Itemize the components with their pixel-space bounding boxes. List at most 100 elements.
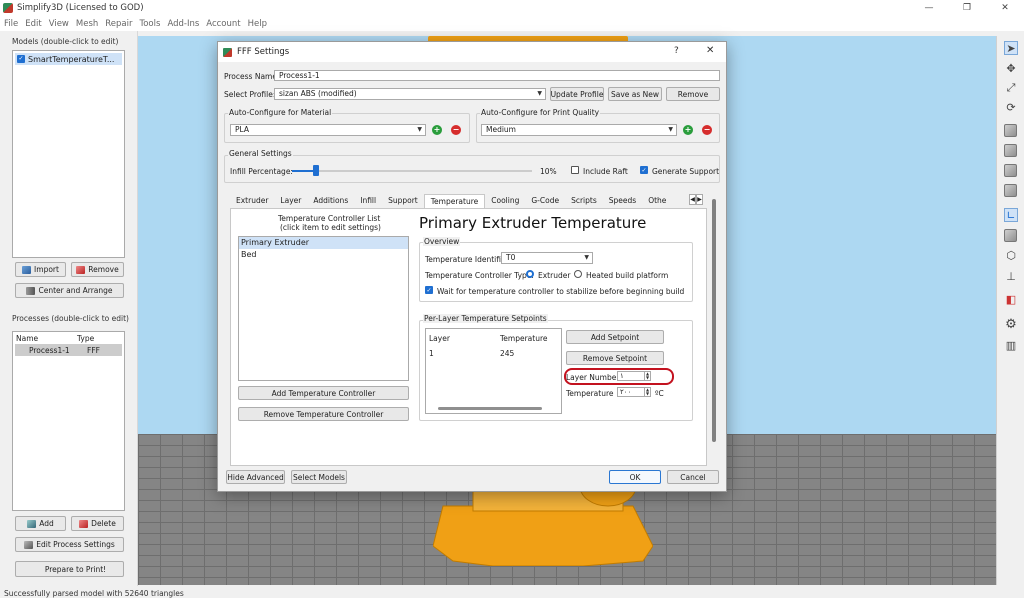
list-item[interactable]: Primary Extruder (239, 237, 408, 249)
tab-scroll-left-icon[interactable]: ◀ (689, 194, 696, 205)
scale-icon[interactable]: ⤢ (1004, 81, 1018, 95)
import-button[interactable]: Import (15, 262, 66, 277)
menu-account[interactable]: Account (206, 19, 240, 29)
scrollbar-thumb[interactable] (712, 199, 716, 442)
infill-slider-thumb[interactable] (313, 165, 319, 176)
close-dialog-button[interactable]: ✕ (706, 45, 714, 56)
solid-view-icon[interactable] (1004, 229, 1017, 242)
quality-value: Medium (486, 125, 516, 134)
remove-profile-button[interactable]: Remove (666, 87, 720, 101)
menu-edit[interactable]: Edit (25, 19, 41, 29)
tab-scripts[interactable]: Scripts (565, 194, 603, 208)
generate-support-checkbox[interactable]: ✓ (640, 166, 648, 174)
table-scrollbar[interactable] (438, 407, 542, 410)
view-top-icon[interactable] (1004, 164, 1017, 177)
tab-other[interactable]: Other (642, 194, 666, 208)
tab-extruder[interactable]: Extruder (230, 194, 274, 208)
tab-scroll-right-icon[interactable]: ▶ (696, 194, 703, 205)
menu-bar: File Edit View Mesh Repair Tools Add-Ins… (0, 16, 1024, 31)
include-raft-checkbox[interactable] (571, 166, 579, 174)
tab-speeds[interactable]: Speeds (603, 194, 642, 208)
save-as-new-button[interactable]: Save as New (608, 87, 662, 101)
prepare-to-print-button[interactable]: Prepare to Print! (15, 561, 124, 577)
view-front-icon[interactable] (1004, 144, 1017, 157)
profile-select[interactable]: sizan ABS (modified) ▼ (274, 88, 546, 100)
add-temperature-controller-button[interactable]: Add Temperature Controller (238, 386, 409, 400)
view-side-icon[interactable] (1004, 184, 1017, 197)
layers-icon[interactable]: ▥ (1004, 338, 1018, 352)
models-list[interactable]: ✓ SmartTemperatureT... (12, 50, 125, 258)
remove-model-button[interactable]: Remove (71, 262, 124, 277)
menu-add-ins[interactable]: Add-Ins (167, 19, 199, 29)
edit-process-label: Edit Process Settings (36, 540, 115, 549)
tab-support[interactable]: Support (382, 194, 424, 208)
rotate-icon[interactable]: ⟳ (1004, 100, 1018, 114)
menu-repair[interactable]: Repair (105, 19, 132, 29)
controller-list[interactable]: Primary Extruder Bed (238, 236, 409, 381)
checkbox-icon[interactable]: ✓ (17, 55, 25, 63)
cancel-button[interactable]: Cancel (667, 470, 719, 484)
setpoints-table[interactable]: Layer Temperature 1 245 (425, 328, 562, 414)
menu-tools[interactable]: Tools (139, 19, 160, 29)
move-icon[interactable]: ✥ (1004, 61, 1018, 75)
processes-list[interactable]: Name Type Process1-1 FFF (12, 331, 125, 511)
remove-temperature-controller-button[interactable]: Remove Temperature Controller (238, 407, 409, 421)
hide-advanced-button[interactable]: Hide Advanced (226, 470, 285, 484)
add-quality-icon[interactable]: + (683, 125, 693, 135)
view-iso-icon[interactable] (1004, 124, 1017, 137)
select-profile-label: Select Profile: (224, 90, 276, 99)
center-arrange-button[interactable]: Center and Arrange (15, 283, 124, 298)
setpoint-layer-cell[interactable]: 1 (429, 349, 434, 358)
axes-icon[interactable]: ∟ (1004, 208, 1018, 222)
temperature-stepper[interactable]: ٢٠٠ ▲ ▼ (617, 387, 651, 397)
add-process-button[interactable]: Add (15, 516, 66, 531)
tab-infill[interactable]: Infill (354, 194, 382, 208)
help-button[interactable]: ? (674, 46, 679, 56)
process-name-field[interactable]: Process1-1 (274, 70, 720, 81)
list-item[interactable]: ✓ SmartTemperatureT... (15, 53, 122, 65)
close-window-button[interactable]: ✕ (986, 0, 1024, 16)
infill-slider-track[interactable] (292, 170, 532, 172)
add-material-icon[interactable]: + (432, 125, 442, 135)
material-select[interactable]: PLA ▼ (230, 124, 426, 136)
remove-material-icon[interactable]: − (451, 125, 461, 135)
remove-quality-icon[interactable]: − (702, 125, 712, 135)
col-type-header: Type (77, 333, 95, 343)
delete-process-button[interactable]: Delete (71, 516, 124, 531)
controller-type-label: Temperature Controller Type: (425, 271, 534, 280)
maximize-button[interactable]: ❐ (948, 0, 986, 16)
fff-settings-dialog: FFF Settings ? ✕ Process Name: Process1-… (217, 41, 727, 492)
temp-identifier-select[interactable]: T0 ▼ (501, 252, 593, 264)
tab-cooling[interactable]: Cooling (485, 194, 525, 208)
wait-stabilize-checkbox[interactable]: ✓ (425, 286, 433, 294)
heated-platform-radio[interactable] (574, 270, 582, 278)
remove-setpoint-button[interactable]: Remove Setpoint (566, 351, 664, 365)
ok-button[interactable]: OK (609, 470, 661, 484)
list-item[interactable]: Bed (239, 249, 408, 261)
menu-help[interactable]: Help (248, 19, 267, 29)
select-models-button[interactable]: Select Models (291, 470, 347, 484)
dialog-scrollbar[interactable] (711, 199, 717, 442)
select-pointer-icon[interactable]: ➤ (1004, 41, 1018, 55)
add-setpoint-button[interactable]: Add Setpoint (566, 330, 664, 344)
tab-gcode[interactable]: G-Code (525, 194, 565, 208)
tab-layer[interactable]: Layer (274, 194, 307, 208)
spin-arrows-icon[interactable]: ▲ ▼ (644, 388, 650, 396)
edit-process-settings-button[interactable]: Edit Process Settings (15, 537, 124, 552)
tab-additions[interactable]: Additions (307, 194, 354, 208)
extruder-radio[interactable] (526, 270, 534, 278)
menu-view[interactable]: View (49, 19, 69, 29)
menu-file[interactable]: File (4, 19, 18, 29)
wireframe-icon[interactable]: ⬡ (1004, 248, 1018, 262)
ground-icon[interactable]: ⊥ (1004, 269, 1018, 283)
cross-section-icon[interactable]: ◧ (1004, 292, 1018, 306)
generate-support-label: Generate Support (652, 167, 720, 176)
setpoint-temperature-cell[interactable]: 245 (500, 349, 514, 358)
quality-select[interactable]: Medium ▼ (481, 124, 677, 136)
gear-icon[interactable]: ⚙ (1004, 317, 1018, 332)
table-row[interactable]: Process1-1 FFF (15, 344, 122, 356)
menu-mesh[interactable]: Mesh (76, 19, 98, 29)
update-profile-button[interactable]: Update Profile (550, 87, 604, 101)
minimize-button[interactable]: — (910, 0, 948, 16)
tab-temperature[interactable]: Temperature (423, 194, 486, 209)
